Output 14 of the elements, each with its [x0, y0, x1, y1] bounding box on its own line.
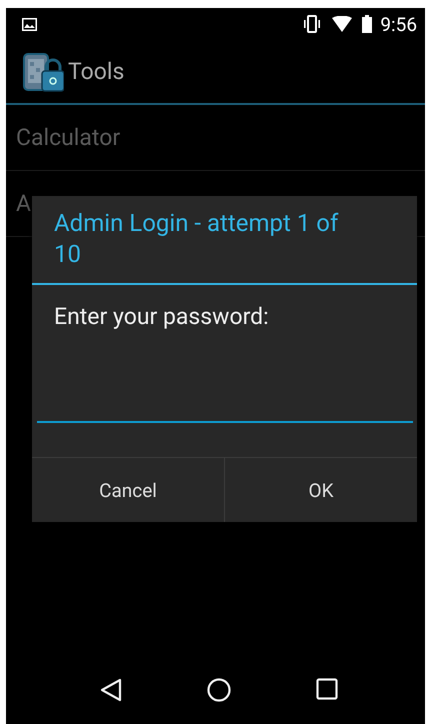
back-icon[interactable] [100, 678, 122, 702]
vibrate-icon [302, 15, 322, 33]
app-title: Tools [68, 58, 124, 85]
dialog-button[interactable]: OK [224, 458, 417, 522]
home-icon[interactable] [206, 678, 230, 702]
battery-icon [362, 15, 372, 33]
phone-lock-icon[interactable] [22, 50, 64, 92]
dialog-title: Admin Login - attempt 1 of 10 [32, 196, 417, 285]
clock-time: 9:56 [380, 12, 417, 36]
dialog-button[interactable]: Cancel [32, 458, 224, 522]
recents-icon[interactable] [316, 678, 338, 700]
dialog-message: Enter your password: [53, 302, 270, 330]
picture-notification-icon [22, 18, 37, 30]
wifi-icon [332, 16, 352, 32]
